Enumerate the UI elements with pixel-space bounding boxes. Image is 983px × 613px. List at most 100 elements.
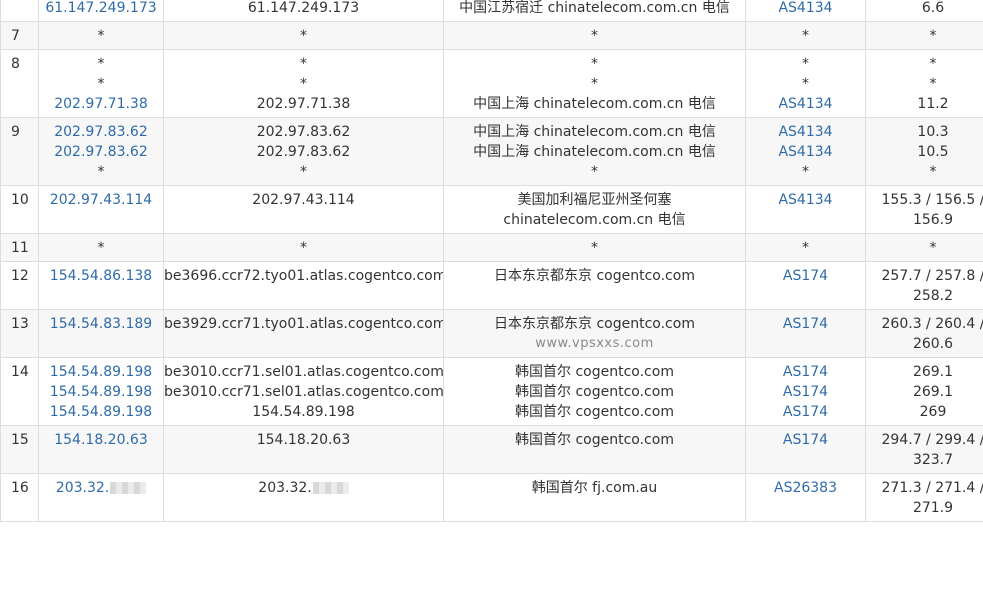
geo-cell: 美国加利福尼亚州圣何塞 chinatelecom.com.cn 电信 [443,185,746,234]
ip-link[interactable]: 154.54.86.138 [40,266,163,286]
geo-text-text: 韩国首尔 fj.com.au [531,480,658,496]
hostname-text: * [165,54,443,74]
ip-link[interactable]: 154.54.89.198 [40,362,163,382]
asn-link[interactable]: AS4134 [747,94,865,114]
asn-link[interactable]: AS26383 [747,478,865,498]
rtt-text: 323.7 [867,450,983,470]
ip-cell: * * 202.97.71.38 [38,49,164,118]
asn-link-text: * [802,76,809,92]
ip-cell: 154.54.89.198 154.54.89.198 154.54.89.198 [38,357,164,426]
ip-link[interactable]: 154.54.89.198 [40,382,163,402]
ip-link[interactable]: 202.97.43.114 [40,190,163,210]
asn-link: * [747,238,865,258]
ip-link[interactable]: 202.97.71.38 [40,94,163,114]
rtt-text-text: 294.7 / 299.4 / [881,432,983,448]
geo-text: 韩国首尔 fj.com.au [445,478,745,498]
hostname-text: 202.97.83.62 [165,122,443,142]
asn-link[interactable]: AS174 [747,430,865,450]
asn-link-text: * [802,28,809,44]
rtt-text-text: * [929,164,937,180]
ip-link[interactable]: 154.54.89.198 [40,402,163,422]
geo-cell: * [443,21,746,50]
geo-text-text: 韩国首尔 cogentco.com [515,404,674,420]
asn-link[interactable]: AS4134 [747,190,865,210]
ip-cell: 61.147.249.173 [38,0,164,22]
geo-cell: 日本东京都东京 cogentco.com www.vpsxxs.com [443,309,746,358]
asn-link[interactable]: AS174 [747,402,865,422]
asn-link[interactable]: AS4134 [747,122,865,142]
rtt-text: 269.1 [867,382,983,402]
asn-link: * [747,74,865,94]
table-row: 10 202.97.43.114 202.97.43.114 美国加利福尼亚州圣何塞 c… [0,185,983,234]
rtt-text-text: 11.2 [917,96,949,112]
ip-link: * [40,54,163,74]
rtt-text: 10.5 [867,142,983,162]
rtt-text-text: * [929,76,937,92]
ip-link[interactable]: 202.97.83.62 [40,142,163,162]
asn-cell: AS174 [745,261,866,310]
geo-cell: * * 中国上海 chinatelecom.com.cn 电信 [443,49,746,118]
table-row: 11 * * * * * [0,233,983,262]
ip-link[interactable]: 154.54.83.189 [40,314,163,334]
ip-link-text: * [97,76,105,92]
hostname-cell: 202.97.83.62 202.97.83.62 * [163,117,444,186]
hostname-text: be3010.ccr71.sel01.atlas.cogentco.com [165,362,443,382]
ip-cell: 202.97.83.62 202.97.83.62 * [38,117,164,186]
asn-link: * [747,26,865,46]
hostname-text: 154.54.89.198 [165,402,443,422]
hostname-text: 202.97.71.38 [165,94,443,114]
hostname-text: 203.32. [165,478,443,498]
asn-link-text: AS4134 [778,144,833,160]
hostname-text-text: 202.97.71.38 [256,96,351,112]
asn-link[interactable]: AS4134 [747,0,865,18]
geo-text: 韩国首尔 cogentco.com [445,382,745,402]
geo-text: * [445,162,745,182]
geo-text: 日本东京都东京 cogentco.com [445,266,745,286]
watermark-text: www.vpsxxs.com [535,336,654,351]
asn-link[interactable]: AS174 [747,382,865,402]
geo-text: 中国上海 chinatelecom.com.cn 电信 [445,142,745,162]
hop-number: 9 [0,117,39,186]
ip-link[interactable]: 61.147.249.173 [40,0,163,18]
rtt-text: 10.3 [867,122,983,142]
rtt-text: 260.3 / 260.4 / [867,314,983,334]
asn-cell: AS174 AS174 AS174 [745,357,866,426]
table-row: 61.147.249.173 61.147.249.173 中国江苏宿迁 china… [0,0,983,22]
asn-link[interactable]: AS174 [747,314,865,334]
hop-number: 8 [0,49,39,118]
rtt-cell: * [865,21,983,50]
geo-text: 中国上海 chinatelecom.com.cn 电信 [445,94,745,114]
geo-text: 中国上海 chinatelecom.com.cn 电信 [445,122,745,142]
asn-link[interactable]: AS4134 [747,142,865,162]
geo-text: 日本东京都东京 cogentco.com [445,314,745,334]
asn-link[interactable]: AS174 [747,266,865,286]
geo-text-text: 韩国首尔 cogentco.com [515,384,674,400]
geo-text-text: 日本东京都东京 cogentco.com [494,268,695,284]
asn-link[interactable]: AS174 [747,362,865,382]
hostname-text: * [165,162,443,182]
geo-text-text: * [591,76,598,92]
rtt-cell: 269.1 269.1 269 [865,357,983,426]
asn-link-text: AS174 [782,316,829,332]
geo-text-text: 中国上海 chinatelecom.com.cn 电信 [473,124,716,140]
asn-cell: * * AS4134 [745,49,866,118]
ip-link[interactable]: 154.18.20.63 [40,430,163,450]
traceroute-table: 61.147.249.173 61.147.249.173 中国江苏宿迁 china… [0,0,983,522]
hostname-text-text: * [300,56,307,72]
rtt-text: 257.7 / 257.8 / [867,266,983,286]
hostname-cell: * [163,233,444,262]
ip-cell: 154.54.86.138 [38,261,164,310]
ip-link[interactable]: 202.97.83.62 [40,122,163,142]
ip-link[interactable]: 203.32. [40,478,163,498]
hop-number: 7 [0,21,39,50]
asn-link-text: AS4134 [778,96,833,112]
hostname-text: * [165,238,443,258]
hostname-cell: be3010.ccr71.sel01.atlas.cogentco.com be3… [163,357,444,426]
geo-text-text: 美国加利福尼亚州圣何塞 [517,192,672,208]
rtt-text: 260.6 [867,334,983,354]
rtt-text: 271.9 [867,498,983,518]
ip-link-text: 154.54.83.189 [49,316,153,332]
hop-number: 16 [0,473,39,522]
hostname-text: 202.97.43.114 [165,190,443,210]
hostname-text-text: 202.97.43.114 [252,192,355,208]
